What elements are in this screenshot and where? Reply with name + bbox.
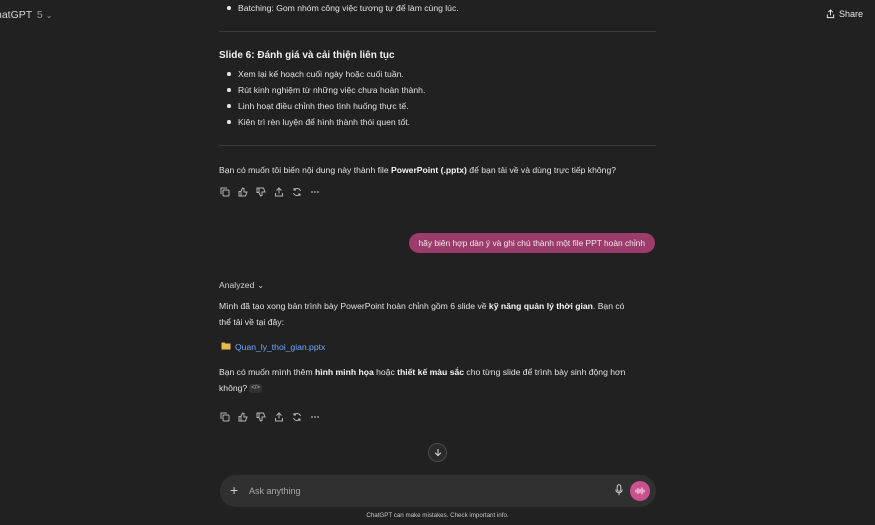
copy-icon[interactable]: [219, 186, 231, 198]
thumbs-up-icon[interactable]: [237, 186, 249, 198]
model-selector[interactable]: hatGPT 5 ⌄: [0, 9, 52, 21]
share-button[interactable]: Share: [826, 9, 863, 19]
folder-icon: [221, 341, 231, 352]
message-actions: [219, 186, 321, 198]
share-label: Share: [838, 9, 863, 19]
slide6-list: Xem lại kế hoạch cuối ngày hoặc cuối tuầ…: [219, 66, 656, 130]
analyzed-label: Analyzed: [219, 280, 255, 290]
more-icon[interactable]: [309, 186, 321, 198]
thumbs-down-icon[interactable]: [255, 411, 267, 423]
chevron-down-icon: ⌄: [257, 280, 265, 290]
message-actions: [219, 411, 321, 423]
list-item: Batching: Gom nhóm công việc tương tự để…: [219, 0, 656, 16]
list-item: Rút kinh nghiệm từ những việc chưa hoàn …: [219, 82, 656, 98]
analyzed-toggle[interactable]: Analyzed ⌄: [219, 280, 264, 290]
share-icon: [826, 9, 835, 19]
model-version: 5: [36, 9, 43, 21]
regenerate-icon[interactable]: [291, 186, 303, 198]
thumbs-down-icon[interactable]: [255, 186, 267, 198]
disclaimer: ChatGPT can make mistakes. Check importa…: [366, 512, 509, 519]
file-download-link[interactable]: Quan_ly_thoi_gian.pptx: [221, 341, 325, 352]
assistant-followup: Bạn có muốn mình thêm hình minh họa hoặc…: [219, 367, 626, 394]
message-input[interactable]: [249, 484, 589, 498]
thumbs-up-icon[interactable]: [237, 411, 249, 423]
slide6-heading: Slide 6: Đánh giá và cải thiện liên tục: [219, 50, 395, 61]
arrow-down-icon: [434, 449, 441, 457]
more-icon[interactable]: [309, 411, 321, 423]
voice-icon: [635, 487, 645, 495]
user-message-bubble: hãy biên hợp dàn ý và ghi chú thành một …: [408, 233, 655, 253]
previous-list: Batching: Gom nhóm công việc tương tự để…: [219, 0, 656, 16]
list-item: Kiên trì rèn luyện để hình thành thói qu…: [219, 114, 656, 130]
plus-icon[interactable]: +: [230, 483, 238, 497]
list-item: Linh hoạt điều chỉnh theo tình huống thự…: [219, 98, 656, 114]
list-item: Xem lại kế hoạch cuối ngày hoặc cuối tuầ…: [219, 66, 656, 82]
divider: [219, 31, 656, 32]
regenerate-icon[interactable]: [291, 411, 303, 423]
assistant-question: Bạn có muốn tôi biến nội dung này thành …: [219, 165, 617, 175]
copy-icon[interactable]: [219, 411, 231, 423]
composer: +: [220, 475, 656, 507]
share-icon[interactable]: [273, 186, 285, 198]
mic-icon[interactable]: [615, 484, 623, 498]
file-name: Quan_ly_thoi_gian.pptx: [235, 341, 326, 352]
code-badge[interactable]: </>: [249, 384, 262, 394]
assistant-response: Mình đã tạo xong bản trình bày PowerPoin…: [219, 301, 625, 327]
app-title: hatGPT: [0, 9, 32, 21]
share-icon[interactable]: [273, 411, 285, 423]
divider: [219, 145, 656, 146]
chevron-down-icon: ⌄: [45, 11, 53, 20]
voice-mode-button[interactable]: [630, 481, 650, 501]
scroll-to-bottom-button[interactable]: [428, 443, 447, 462]
